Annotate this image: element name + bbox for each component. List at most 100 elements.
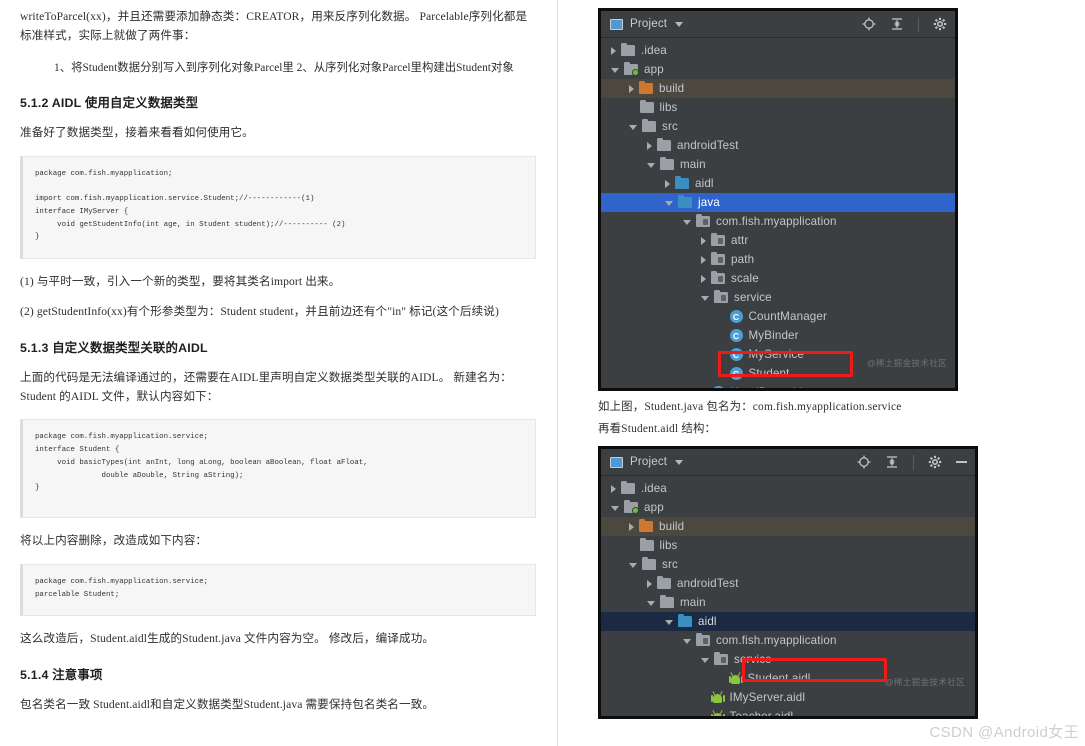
- tree-row-label: aidl: [695, 177, 714, 190]
- project-window-icon: [610, 456, 623, 468]
- project-panel-title-1: Project: [630, 18, 668, 30]
- tree-row[interactable]: androidTest: [601, 574, 975, 593]
- tree-row[interactable]: path: [601, 250, 955, 269]
- gear-icon[interactable]: [928, 455, 942, 469]
- folder-icon: [657, 137, 671, 151]
- chevron-right-icon[interactable]: [665, 179, 670, 188]
- folder-icon: [642, 556, 656, 570]
- chevron-down-icon[interactable]: [611, 506, 619, 511]
- chevron-right-icon[interactable]: [701, 274, 706, 283]
- tree-row[interactable]: androidTest: [601, 136, 955, 155]
- tree-row[interactable]: app: [601, 498, 975, 517]
- folder-source-root-icon: [678, 194, 692, 208]
- tree-row[interactable]: aidl: [601, 612, 975, 631]
- chevron-down-icon[interactable]: [683, 220, 691, 225]
- module-folder-icon: [624, 61, 639, 76]
- tree-row-label: app: [644, 501, 664, 514]
- tree-row[interactable]: build: [601, 517, 975, 536]
- chevron-right-icon[interactable]: [701, 255, 706, 264]
- chevron-down-icon[interactable]: [647, 601, 655, 606]
- tree-row-label: scale: [731, 272, 759, 285]
- tree-row-label: aidl: [698, 615, 717, 628]
- chevron-right-icon[interactable]: [611, 46, 616, 55]
- tree-row-label: main: [680, 596, 706, 609]
- locate-target-icon[interactable]: [862, 17, 876, 31]
- folder-source-root-icon: [678, 613, 692, 627]
- note-1: (1) 与平时一致，引入一个新的类型，要将其类名import 出来。: [20, 275, 341, 289]
- tree-row[interactable]: IMyServer.aidl: [601, 688, 975, 707]
- tree-row[interactable]: libs: [601, 536, 975, 555]
- java-class-icon: C: [729, 367, 743, 380]
- chevron-down-icon[interactable]: [629, 563, 637, 568]
- project-panel-title-2: Project: [630, 456, 668, 468]
- tree-row[interactable]: main: [601, 593, 975, 612]
- tree-row[interactable]: java: [601, 193, 955, 212]
- folder-icon: [642, 118, 656, 132]
- csdn-watermark: CSDN @Android女王: [929, 724, 1079, 741]
- tree-row-label: libs: [659, 101, 678, 114]
- chevron-right-icon[interactable]: [647, 141, 652, 150]
- tree-row-label: app: [644, 63, 664, 76]
- chevron-right-icon[interactable]: [629, 522, 634, 531]
- tree-row[interactable]: app: [601, 60, 955, 79]
- tree-row[interactable]: src: [601, 117, 955, 136]
- tree-row[interactable]: service: [601, 650, 975, 669]
- folder-source-root-icon: [675, 175, 689, 189]
- tree-row[interactable]: libs: [601, 98, 955, 117]
- tree-row[interactable]: C CountManager: [601, 307, 955, 326]
- chevron-down-icon[interactable]: [701, 296, 709, 301]
- chevron-right-icon[interactable]: [611, 484, 616, 493]
- tree-row[interactable]: com.fish.myapplication: [601, 212, 955, 231]
- gear-icon[interactable]: [933, 17, 947, 31]
- module-folder-icon: [624, 499, 639, 514]
- chevron-down-icon[interactable]: [611, 68, 619, 73]
- tree-row[interactable]: service: [601, 288, 955, 307]
- collapse-all-icon[interactable]: [890, 17, 904, 31]
- page-root: writeToParcel(xx)，并且还需要添加静态类：CREATOR，用来反…: [0, 0, 1085, 746]
- code-block-student-default: package com.fish.myapplication.service; …: [20, 419, 536, 519]
- tree-row[interactable]: Student.aidl: [601, 669, 975, 688]
- chevron-down-icon[interactable]: [675, 21, 684, 27]
- chevron-down-icon[interactable]: [665, 620, 673, 625]
- tree-row[interactable]: main: [601, 155, 955, 174]
- java-class-icon: C: [729, 348, 743, 361]
- tree-row[interactable]: Teacher.aidl: [601, 707, 975, 719]
- chevron-right-icon[interactable]: [647, 579, 652, 588]
- tree-row-label: libs: [659, 539, 678, 552]
- folder-icon: [621, 42, 635, 56]
- tree-row-label: Teacher.aidl: [729, 710, 794, 719]
- chevron-right-icon[interactable]: [701, 236, 706, 245]
- tree-row[interactable]: src: [601, 555, 975, 574]
- chevron-down-icon[interactable]: [629, 125, 637, 130]
- tree-row[interactable]: aidl: [601, 174, 955, 193]
- tree-row[interactable]: scale: [601, 269, 955, 288]
- chevron-down-icon[interactable]: [647, 163, 655, 168]
- package-folder-icon: [711, 251, 725, 265]
- tree-row[interactable]: .idea: [601, 479, 975, 498]
- minimize-icon[interactable]: [956, 461, 967, 463]
- chevron-down-icon[interactable]: [675, 459, 684, 465]
- indented-note: 1、将Student数据分别写入到序列化对象Parcel里 2、从序列化对象Pa…: [54, 61, 514, 74]
- folder-icon: [621, 480, 635, 494]
- chevron-down-icon[interactable]: [701, 658, 709, 663]
- tree-row[interactable]: com.fish.myapplication: [601, 631, 975, 650]
- collapse-all-icon[interactable]: [885, 455, 899, 469]
- locate-target-icon[interactable]: [857, 455, 871, 469]
- tree-row-label: com.fish.myapplication: [716, 215, 837, 228]
- code-block-imyserver: package com.fish.myapplication; import c…: [20, 155, 536, 260]
- chevron-right-icon[interactable]: [629, 84, 634, 93]
- paragraph-after-code3: 这么改造后，Student.aidl生成的Student.java 文件内容为空…: [20, 632, 435, 646]
- android-file-icon: [728, 672, 743, 685]
- tree-row[interactable]: .idea: [601, 41, 955, 60]
- chevron-down-icon[interactable]: [665, 201, 673, 206]
- document-column: writeToParcel(xx)，并且还需要添加静态类：CREATOR，用来反…: [0, 0, 556, 746]
- tree-row[interactable]: attr: [601, 231, 955, 250]
- tree-row[interactable]: C HeadDrawable: [601, 383, 955, 388]
- header-separator: [913, 454, 914, 470]
- tree-row[interactable]: C Student: [601, 364, 955, 383]
- tree-row[interactable]: C MyBinder: [601, 326, 955, 345]
- tree-row[interactable]: build: [601, 79, 955, 98]
- tree-row[interactable]: C MyService: [601, 345, 955, 364]
- chevron-down-icon[interactable]: [683, 639, 691, 644]
- folder-icon: [660, 594, 674, 608]
